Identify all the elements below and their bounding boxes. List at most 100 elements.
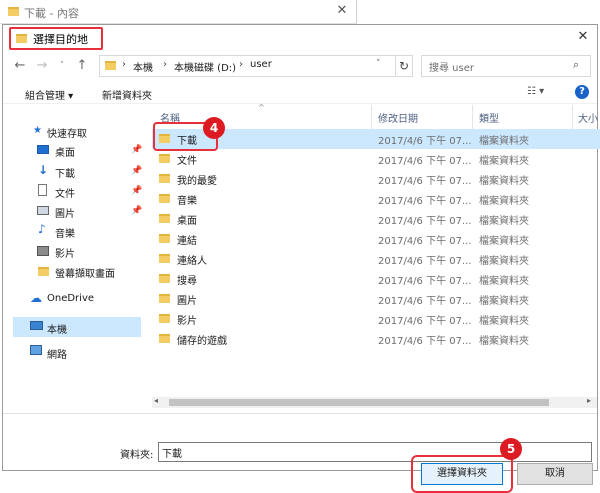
cloud-icon: ☁: [30, 291, 42, 305]
up-icon[interactable]: ↑: [73, 56, 91, 76]
file-modified: 2017/4/6 下午 07...: [378, 296, 472, 307]
search-icon[interactable]: ⌕: [573, 58, 579, 72]
nav-item-downloads[interactable]: 下載: [55, 165, 75, 180]
nav-item-desktop[interactable]: 桌面: [55, 144, 75, 159]
file-modified: 2017/4/6 下午 07...: [378, 336, 472, 347]
pin-icon: 📌: [131, 166, 143, 176]
cancel-button[interactable]: 取消: [517, 463, 593, 485]
address-dropdown-icon[interactable]: ˅: [376, 59, 381, 69]
folder-icon: [159, 234, 170, 243]
file-type: 檔案資料夾: [479, 256, 529, 267]
file-name: 儲存的遊戲: [177, 336, 227, 347]
step4-badge: 4: [203, 117, 225, 139]
folder-icon: [16, 34, 27, 43]
folder-icon: [38, 267, 49, 276]
column-header-size[interactable]: 大小: [578, 110, 598, 125]
scroll-right-icon[interactable]: ▸: [587, 396, 591, 405]
refresh-icon[interactable]: ↻: [395, 56, 412, 76]
file-type: 檔案資料夾: [479, 176, 529, 187]
recent-locations-icon[interactable]: ˅: [53, 56, 71, 76]
file-name: 連絡人: [177, 256, 207, 267]
command-toolbar: [3, 82, 597, 104]
pin-icon: 📌: [131, 206, 143, 216]
help-icon[interactable]: ?: [575, 85, 589, 99]
folder-icon: [8, 7, 19, 16]
file-modified: 2017/4/6 下午 07...: [378, 256, 472, 267]
file-type: 檔案資料夾: [479, 136, 529, 147]
file-modified: 2017/4/6 下午 07...: [378, 316, 472, 327]
nav-quick-access[interactable]: 快速存取: [47, 125, 87, 140]
file-type: 檔案資料夾: [479, 216, 529, 227]
breadcrumb-user[interactable]: user: [250, 59, 272, 70]
breadcrumb-separator: ›: [163, 59, 167, 70]
download-icon: ↓: [38, 163, 49, 177]
organize-menu[interactable]: 組合管理 ▾: [25, 87, 73, 102]
folder-picker-dialog: 選擇目的地 ✕ ← → ˅ ↑ › 本機 › 本機磁碟 (D:) › user …: [2, 24, 600, 493]
pictures-icon: [37, 206, 49, 215]
nav-this-pc[interactable]: 本機: [47, 321, 67, 336]
column-separator: [371, 105, 372, 129]
background-close-icon[interactable]: ✕: [332, 3, 352, 21]
folder-icon: [159, 334, 170, 343]
column-separator: [472, 105, 473, 129]
file-name: 圖片: [177, 296, 197, 307]
nav-item-pictures[interactable]: 圖片: [55, 205, 75, 220]
nav-item-videos[interactable]: 影片: [55, 245, 75, 260]
file-name: 影片: [177, 316, 197, 327]
background-window-title: 下載 - 內容: [24, 7, 79, 20]
documents-icon: [38, 184, 47, 196]
nav-item-documents[interactable]: 文件: [55, 185, 75, 200]
folder-icon: [159, 294, 170, 303]
file-modified: 2017/4/6 下午 07...: [378, 236, 472, 247]
file-modified: 2017/4/6 下午 07...: [378, 276, 472, 287]
close-button[interactable]: ✕: [573, 29, 593, 47]
file-name: 文件: [177, 156, 197, 167]
file-modified: 2017/4/6 下午 07...: [378, 216, 472, 227]
folder-name-input[interactable]: 下載: [158, 442, 592, 462]
column-header-modified[interactable]: 修改日期: [378, 110, 418, 125]
computer-icon: [30, 321, 43, 330]
breadcrumb-drive[interactable]: 本機磁碟 (D:): [174, 59, 236, 74]
select-folder-button[interactable]: 選擇資料夾: [421, 463, 503, 485]
file-type: 檔案資料夾: [479, 276, 529, 287]
back-icon[interactable]: ←: [11, 56, 29, 76]
nav-network[interactable]: 網路: [47, 346, 67, 361]
file-type: 檔案資料夾: [479, 316, 529, 327]
scrollbar-thumb[interactable]: [169, 399, 549, 406]
file-modified: 2017/4/6 下午 07...: [378, 176, 472, 187]
view-options-icon[interactable]: ☷ ▾: [527, 86, 544, 97]
music-icon: ♪: [38, 222, 46, 236]
nav-item-music[interactable]: 音樂: [55, 225, 75, 240]
file-type: 檔案資料夾: [479, 196, 529, 207]
forward-icon[interactable]: →: [33, 56, 51, 76]
folder-icon: [159, 314, 170, 323]
folder-icon: [159, 254, 170, 263]
file-name: 搜尋: [177, 276, 197, 287]
sort-ascending-icon: ^: [258, 103, 265, 112]
pin-icon: 📌: [131, 186, 143, 196]
file-type: 檔案資料夾: [479, 336, 529, 347]
new-folder-button[interactable]: 新增資料夾: [102, 87, 152, 102]
file-modified: 2017/4/6 下午 07...: [378, 196, 472, 207]
file-modified: 2017/4/6 下午 07...: [378, 136, 472, 147]
column-header-type[interactable]: 類型: [479, 110, 499, 125]
file-name: 桌面: [177, 216, 197, 227]
nav-item-screenshots[interactable]: 螢幕擷取畫面: [55, 265, 115, 280]
step5-badge: 5: [500, 438, 522, 460]
star-icon: ★: [33, 125, 42, 136]
network-icon: [30, 345, 42, 355]
folder-icon: [159, 194, 170, 203]
search-placeholder: 搜尋 user: [429, 63, 474, 74]
column-separator: [572, 105, 573, 129]
folder-icon: [159, 174, 170, 183]
folder-icon: [105, 61, 116, 70]
scroll-left-icon[interactable]: ◂: [154, 396, 158, 405]
file-name: 我的最愛: [177, 176, 217, 187]
breadcrumb-this-pc[interactable]: 本機: [133, 59, 153, 74]
nav-onedrive[interactable]: OneDrive: [47, 293, 94, 304]
file-type: 檔案資料夾: [479, 236, 529, 247]
desktop-icon: [37, 145, 49, 154]
breadcrumb-separator: ›: [239, 59, 243, 70]
folder-icon: [159, 274, 170, 283]
footer-divider: [3, 413, 597, 414]
